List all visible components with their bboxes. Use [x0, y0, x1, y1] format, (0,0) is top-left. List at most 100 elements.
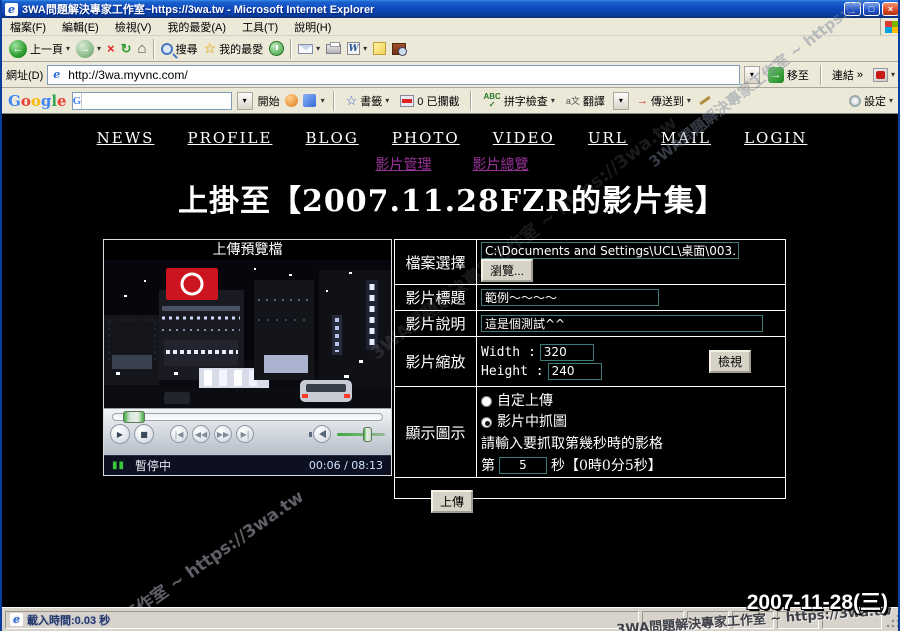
second-prefix: 第	[481, 455, 495, 475]
height-input[interactable]	[548, 363, 602, 380]
back-button[interactable]: ← 上一頁 ▾	[6, 39, 73, 59]
acrobat-dropdown-icon[interactable]: ▾	[891, 70, 895, 79]
nav-news[interactable]: NEWS	[97, 129, 155, 147]
address-dropdown-icon[interactable]: ▾	[744, 66, 760, 84]
restore-button[interactable]: □	[863, 2, 880, 16]
close-button[interactable]: ×	[882, 2, 899, 16]
next-button[interactable]: ▶|	[236, 425, 254, 443]
acrobat-button[interactable]: ▾	[870, 67, 898, 83]
google-search-box[interactable]: G	[72, 92, 232, 110]
link-video-overview[interactable]: 影片總覽	[473, 157, 529, 173]
address-input[interactable]	[66, 67, 737, 83]
messenger-button[interactable]	[370, 41, 389, 56]
popup-blocker-button[interactable]: 0 已攔截	[397, 92, 462, 110]
address-field[interactable]: e	[47, 65, 740, 85]
player-time: 00:06 / 08:13	[309, 459, 383, 472]
google-gadget-dropdown-icon[interactable]: ▾	[321, 96, 325, 105]
google-site-icon[interactable]	[285, 94, 298, 107]
option-custom-upload[interactable]: 自定上傳	[481, 390, 781, 410]
settings-button[interactable]: 設定 ▾	[846, 92, 896, 110]
go-button[interactable]: → 移至	[764, 66, 813, 84]
research-button[interactable]	[389, 42, 409, 56]
google-toolbar: Google G ▾ 開始 ▾ ☆ 書籤 ▾ 0 已攔截 ABC✓ 拼字檢查 ▾…	[2, 88, 900, 114]
google-gadget-icon[interactable]	[303, 94, 316, 107]
google-search-input[interactable]	[82, 93, 241, 109]
view-button[interactable]: 檢視	[709, 350, 751, 373]
menu-favorites[interactable]: 我的最愛(A)	[159, 17, 234, 37]
bookmarks-dropdown-icon[interactable]: ▾	[385, 96, 389, 105]
forward-button[interactable]: → ▾	[73, 39, 104, 59]
back-dropdown-icon[interactable]: ▾	[66, 44, 70, 53]
seek-bar[interactable]	[112, 413, 383, 421]
edit-with-word-button[interactable]: W ▾	[344, 41, 370, 56]
video-title-label: 影片標題	[395, 285, 477, 311]
favorites-button[interactable]: ☆ 我的最愛	[201, 39, 267, 58]
nav-login[interactable]: LOGIN	[744, 129, 807, 147]
title-bar[interactable]: e 3WA問題解決專家工作室~https://3wa.tw - Microsof…	[2, 0, 900, 18]
translate-dropdown-icon[interactable]: ▾	[613, 92, 629, 110]
prev-button[interactable]: |◀	[170, 425, 188, 443]
second-input[interactable]	[499, 457, 547, 474]
browse-button[interactable]: 瀏覽...	[481, 259, 533, 282]
video-frame[interactable]	[104, 260, 391, 408]
home-button[interactable]: ⌂	[135, 39, 150, 58]
stop-media-button[interactable]: ■	[134, 424, 154, 444]
upload-button[interactable]: 上傳	[431, 490, 473, 513]
send-to-button[interactable]: → 傳送到 ▾	[634, 92, 694, 110]
print-button[interactable]	[323, 43, 344, 55]
google-search-dropdown-icon[interactable]: ▾	[237, 92, 253, 110]
settings-dropdown-icon[interactable]: ▾	[889, 96, 893, 105]
file-path-input[interactable]	[481, 242, 739, 259]
translate-button[interactable]: a文 翻譯	[563, 92, 608, 110]
spellcheck-label: 拼字檢查	[504, 93, 548, 109]
width-input[interactable]	[540, 344, 594, 361]
menu-view[interactable]: 檢視(V)	[107, 17, 160, 37]
highlighter-icon[interactable]	[699, 96, 711, 105]
minimize-button[interactable]: _	[844, 2, 861, 16]
table-row: 影片說明	[395, 311, 786, 337]
nav-profile[interactable]: PROFILE	[188, 129, 273, 147]
radio-custom-upload[interactable]	[481, 396, 492, 407]
page-icon: e	[50, 68, 63, 81]
nav-video[interactable]: VIDEO	[493, 129, 555, 147]
history-button[interactable]	[266, 40, 287, 57]
links-button[interactable]: 連結 »	[829, 66, 866, 84]
fast-forward-button[interactable]: ▶▶	[214, 425, 232, 443]
menu-edit[interactable]: 編輯(E)	[54, 17, 107, 37]
mail-button[interactable]: ▾	[295, 43, 323, 55]
bookmarks-button[interactable]: ☆ 書籤 ▾	[343, 92, 393, 110]
bookmark-star-icon: ☆	[346, 93, 358, 109]
spellcheck-button[interactable]: ABC✓ 拼字檢查 ▾	[480, 92, 557, 110]
radio-capture-frame[interactable]	[481, 417, 492, 428]
go-arrow-icon: →	[768, 67, 784, 83]
volume-thumb[interactable]	[363, 427, 372, 442]
rewind-button[interactable]: ◀◀	[192, 425, 210, 443]
edit-dropdown-icon[interactable]: ▾	[363, 44, 367, 53]
nav-url[interactable]: URL	[588, 129, 628, 147]
mute-button[interactable]	[313, 425, 331, 443]
search-button[interactable]: 搜尋	[158, 40, 201, 58]
volume-slider[interactable]	[337, 433, 385, 436]
play-button[interactable]: ▶	[110, 424, 130, 444]
stop-button[interactable]: ×	[104, 40, 118, 57]
link-video-manage[interactable]: 影片管理	[375, 157, 431, 173]
video-desc-label: 影片說明	[395, 311, 477, 337]
mail-dropdown-icon[interactable]: ▾	[316, 44, 320, 53]
video-title-input[interactable]	[481, 289, 659, 306]
nav-blog[interactable]: BLOG	[306, 129, 359, 147]
nav-photo[interactable]: PHOTO	[392, 129, 460, 147]
favorites-star-icon: ☆	[204, 40, 217, 57]
menu-file[interactable]: 檔案(F)	[2, 17, 54, 37]
refresh-button[interactable]: ↻	[118, 40, 135, 58]
menu-tools[interactable]: 工具(T)	[234, 17, 286, 37]
nav-mail[interactable]: MAIL	[661, 129, 711, 147]
seek-thumb[interactable]	[123, 411, 145, 423]
menu-help[interactable]: 說明(H)	[286, 17, 339, 37]
option-capture-frame[interactable]: 影片中抓圖	[481, 411, 781, 431]
google-go-button[interactable]: 開始	[258, 93, 280, 109]
spellcheck-dropdown-icon[interactable]: ▾	[551, 96, 555, 105]
send-to-dropdown-icon[interactable]: ▾	[687, 96, 691, 105]
forward-dropdown-icon[interactable]: ▾	[97, 44, 101, 53]
video-desc-input[interactable]	[481, 315, 763, 332]
option-capture-label: 影片中抓圖	[497, 414, 567, 430]
